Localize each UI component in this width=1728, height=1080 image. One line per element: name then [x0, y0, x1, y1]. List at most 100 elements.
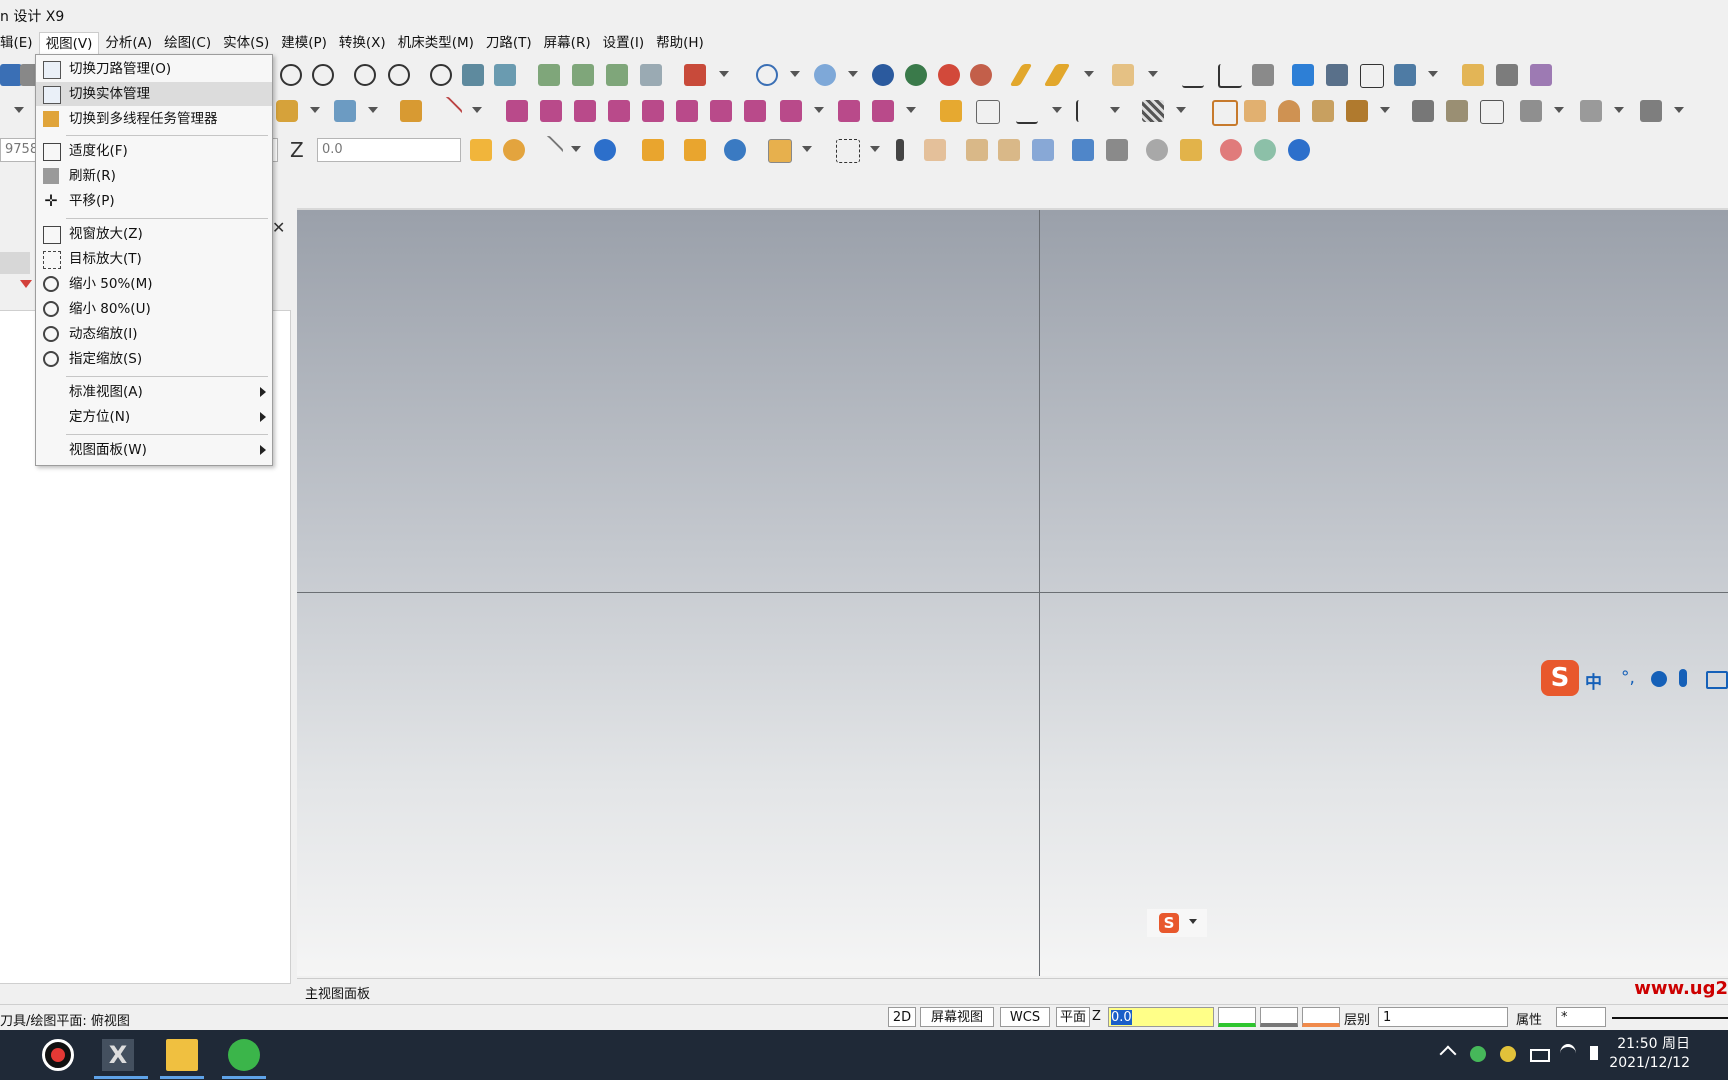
back-face-icon[interactable] — [1032, 139, 1054, 161]
menu-model[interactable]: 建模(P) — [275, 32, 333, 54]
menu-item-specified-zoom[interactable]: 指定缩放(S) — [36, 347, 272, 371]
menu-item-zoom-target[interactable]: 目标放大(T) — [36, 247, 272, 271]
help-icon[interactable] — [1288, 139, 1310, 161]
blank-icon[interactable] — [970, 64, 992, 86]
chevron-down-icon[interactable] — [1189, 919, 1197, 924]
stop-icon[interactable] — [1220, 139, 1242, 161]
note-icon[interactable] — [976, 100, 1000, 124]
menu-help[interactable]: 帮助(H) — [650, 32, 710, 54]
chevron-down-icon[interactable] — [1614, 107, 1624, 113]
mode-2d-button[interactable]: 2D — [888, 1007, 916, 1027]
window-select-icon[interactable] — [836, 139, 860, 163]
dimension-horizontal-icon[interactable] — [1016, 100, 1038, 124]
chevron-down-icon[interactable] — [1110, 107, 1120, 113]
chevron-down-icon[interactable] — [1176, 107, 1186, 113]
chevron-down-icon[interactable] — [1554, 107, 1564, 113]
chevron-down-icon[interactable] — [790, 71, 800, 77]
mesh-icon[interactable] — [1480, 100, 1504, 124]
line-style-button[interactable] — [1302, 1007, 1340, 1027]
boundary-box-icon[interactable] — [1212, 100, 1238, 126]
panel-toolbar-icon[interactable] — [0, 252, 30, 274]
chevron-up-icon[interactable] — [1439, 1045, 1457, 1063]
wrap-icon[interactable] — [780, 100, 802, 122]
save-icon[interactable] — [0, 64, 22, 86]
stock-model-icon[interactable] — [1580, 100, 1602, 122]
menu-item-viewsheets[interactable]: 视图面板(W) — [36, 438, 272, 462]
menu-item-zoom-out-50[interactable]: 缩小 50%(M) — [36, 272, 272, 296]
menu-sketch[interactable]: 绘图(C) — [158, 32, 217, 54]
parallel-line-icon[interactable] — [1043, 64, 1071, 86]
break-icon[interactable] — [430, 95, 464, 129]
ime-toolbar[interactable]: S 中 °, — [1541, 660, 1728, 700]
help-icon[interactable] — [594, 139, 616, 161]
z-depth-input[interactable]: 0.0 — [317, 138, 461, 162]
ime-mini-bar[interactable]: S — [1147, 909, 1207, 937]
tray-plus-icon[interactable] — [1500, 1046, 1516, 1062]
cursor-icon[interactable] — [896, 139, 904, 161]
autocursor-icon[interactable] — [470, 139, 492, 161]
face-select-icon[interactable] — [966, 139, 988, 161]
wireframe-sphere-icon[interactable] — [756, 64, 778, 86]
view-arrow-icon[interactable] — [494, 64, 516, 86]
chevron-down-icon[interactable] — [1380, 107, 1390, 113]
flat-boundary-icon[interactable] — [1244, 100, 1266, 122]
gear-icon[interactable] — [1292, 64, 1314, 86]
microphone-icon[interactable] — [1679, 669, 1687, 687]
edit-list-icon[interactable] — [1530, 64, 1552, 86]
menu-item-standard-views[interactable]: 标准视图(A) — [36, 380, 272, 404]
stock-icon[interactable] — [1520, 100, 1542, 122]
chevron-down-icon[interactable] — [1674, 107, 1684, 113]
clock[interactable]: 21:50 周日 2021/12/12 — [1609, 1035, 1690, 1073]
view-front-icon[interactable] — [572, 64, 594, 86]
sum-icon[interactable] — [1360, 64, 1384, 88]
align-icon[interactable] — [1252, 64, 1274, 86]
chevron-down-icon[interactable] — [814, 107, 824, 113]
menu-screen[interactable]: 屏幕(R) — [538, 32, 597, 54]
menu-toolpaths[interactable]: 刀路(T) — [480, 32, 538, 54]
record-icon[interactable] — [42, 1039, 74, 1071]
keyboard-icon[interactable] — [1706, 671, 1728, 689]
hide-icon[interactable] — [905, 64, 927, 86]
chevron-down-icon[interactable] — [802, 146, 812, 152]
chevron-down-icon[interactable] — [1084, 71, 1094, 77]
menu-item-toggle-solid-manager[interactable]: 切换实体管理 — [36, 82, 272, 106]
view-iso-icon[interactable] — [640, 64, 662, 86]
section-view-icon[interactable] — [872, 64, 894, 86]
menu-settings[interactable]: 设置(I) — [597, 32, 651, 54]
verify-icon[interactable] — [1072, 139, 1094, 161]
solid-select-icon[interactable] — [924, 139, 946, 161]
view-right-icon[interactable] — [606, 64, 628, 86]
coordinate-input[interactable]: 9758 — [0, 138, 40, 162]
rotate-icon[interactable] — [430, 64, 452, 86]
view-top-icon[interactable] — [538, 64, 560, 86]
browser-icon[interactable] — [228, 1039, 260, 1071]
light-icon[interactable] — [940, 100, 962, 122]
only-selection-icon[interactable] — [1146, 139, 1168, 161]
menu-item-zoom-window[interactable]: 视窗放大(Z) — [36, 222, 272, 246]
stretch-icon[interactable] — [676, 100, 698, 122]
viewsheet-tab[interactable]: 主视图面板 — [301, 983, 374, 1002]
grid-icon[interactable] — [1394, 64, 1416, 86]
zoom-window-icon[interactable] — [280, 64, 302, 86]
sweep-icon[interactable] — [1312, 100, 1334, 122]
undo-icon[interactable] — [1112, 64, 1134, 86]
offset-icon[interactable] — [642, 100, 664, 122]
translate-icon[interactable] — [506, 100, 528, 122]
dimension-vertical-icon[interactable] — [1076, 100, 1100, 122]
menu-analyze[interactable]: 分析(A) — [99, 32, 158, 54]
report-icon[interactable] — [1326, 64, 1348, 86]
chevron-down-icon[interactable] — [310, 107, 320, 113]
chevron-down-icon[interactable] — [870, 146, 880, 152]
unzoom-80-icon[interactable] — [388, 64, 410, 86]
chevron-down-icon[interactable] — [14, 107, 24, 113]
folder-icon[interactable] — [166, 1039, 198, 1071]
level-select[interactable]: 1 — [1378, 1007, 1508, 1027]
select-chain-icon[interactable] — [642, 139, 664, 161]
color-button[interactable] — [1218, 1007, 1256, 1027]
ok-icon[interactable] — [1254, 139, 1276, 161]
mastercam-icon[interactable]: X — [102, 1039, 134, 1071]
menu-item-zoom-out-80[interactable]: 缩小 80%(U) — [36, 297, 272, 321]
rotate-xform-icon[interactable] — [540, 100, 562, 122]
layers-icon[interactable] — [1640, 100, 1662, 122]
graphics-viewport[interactable] — [297, 208, 1728, 976]
